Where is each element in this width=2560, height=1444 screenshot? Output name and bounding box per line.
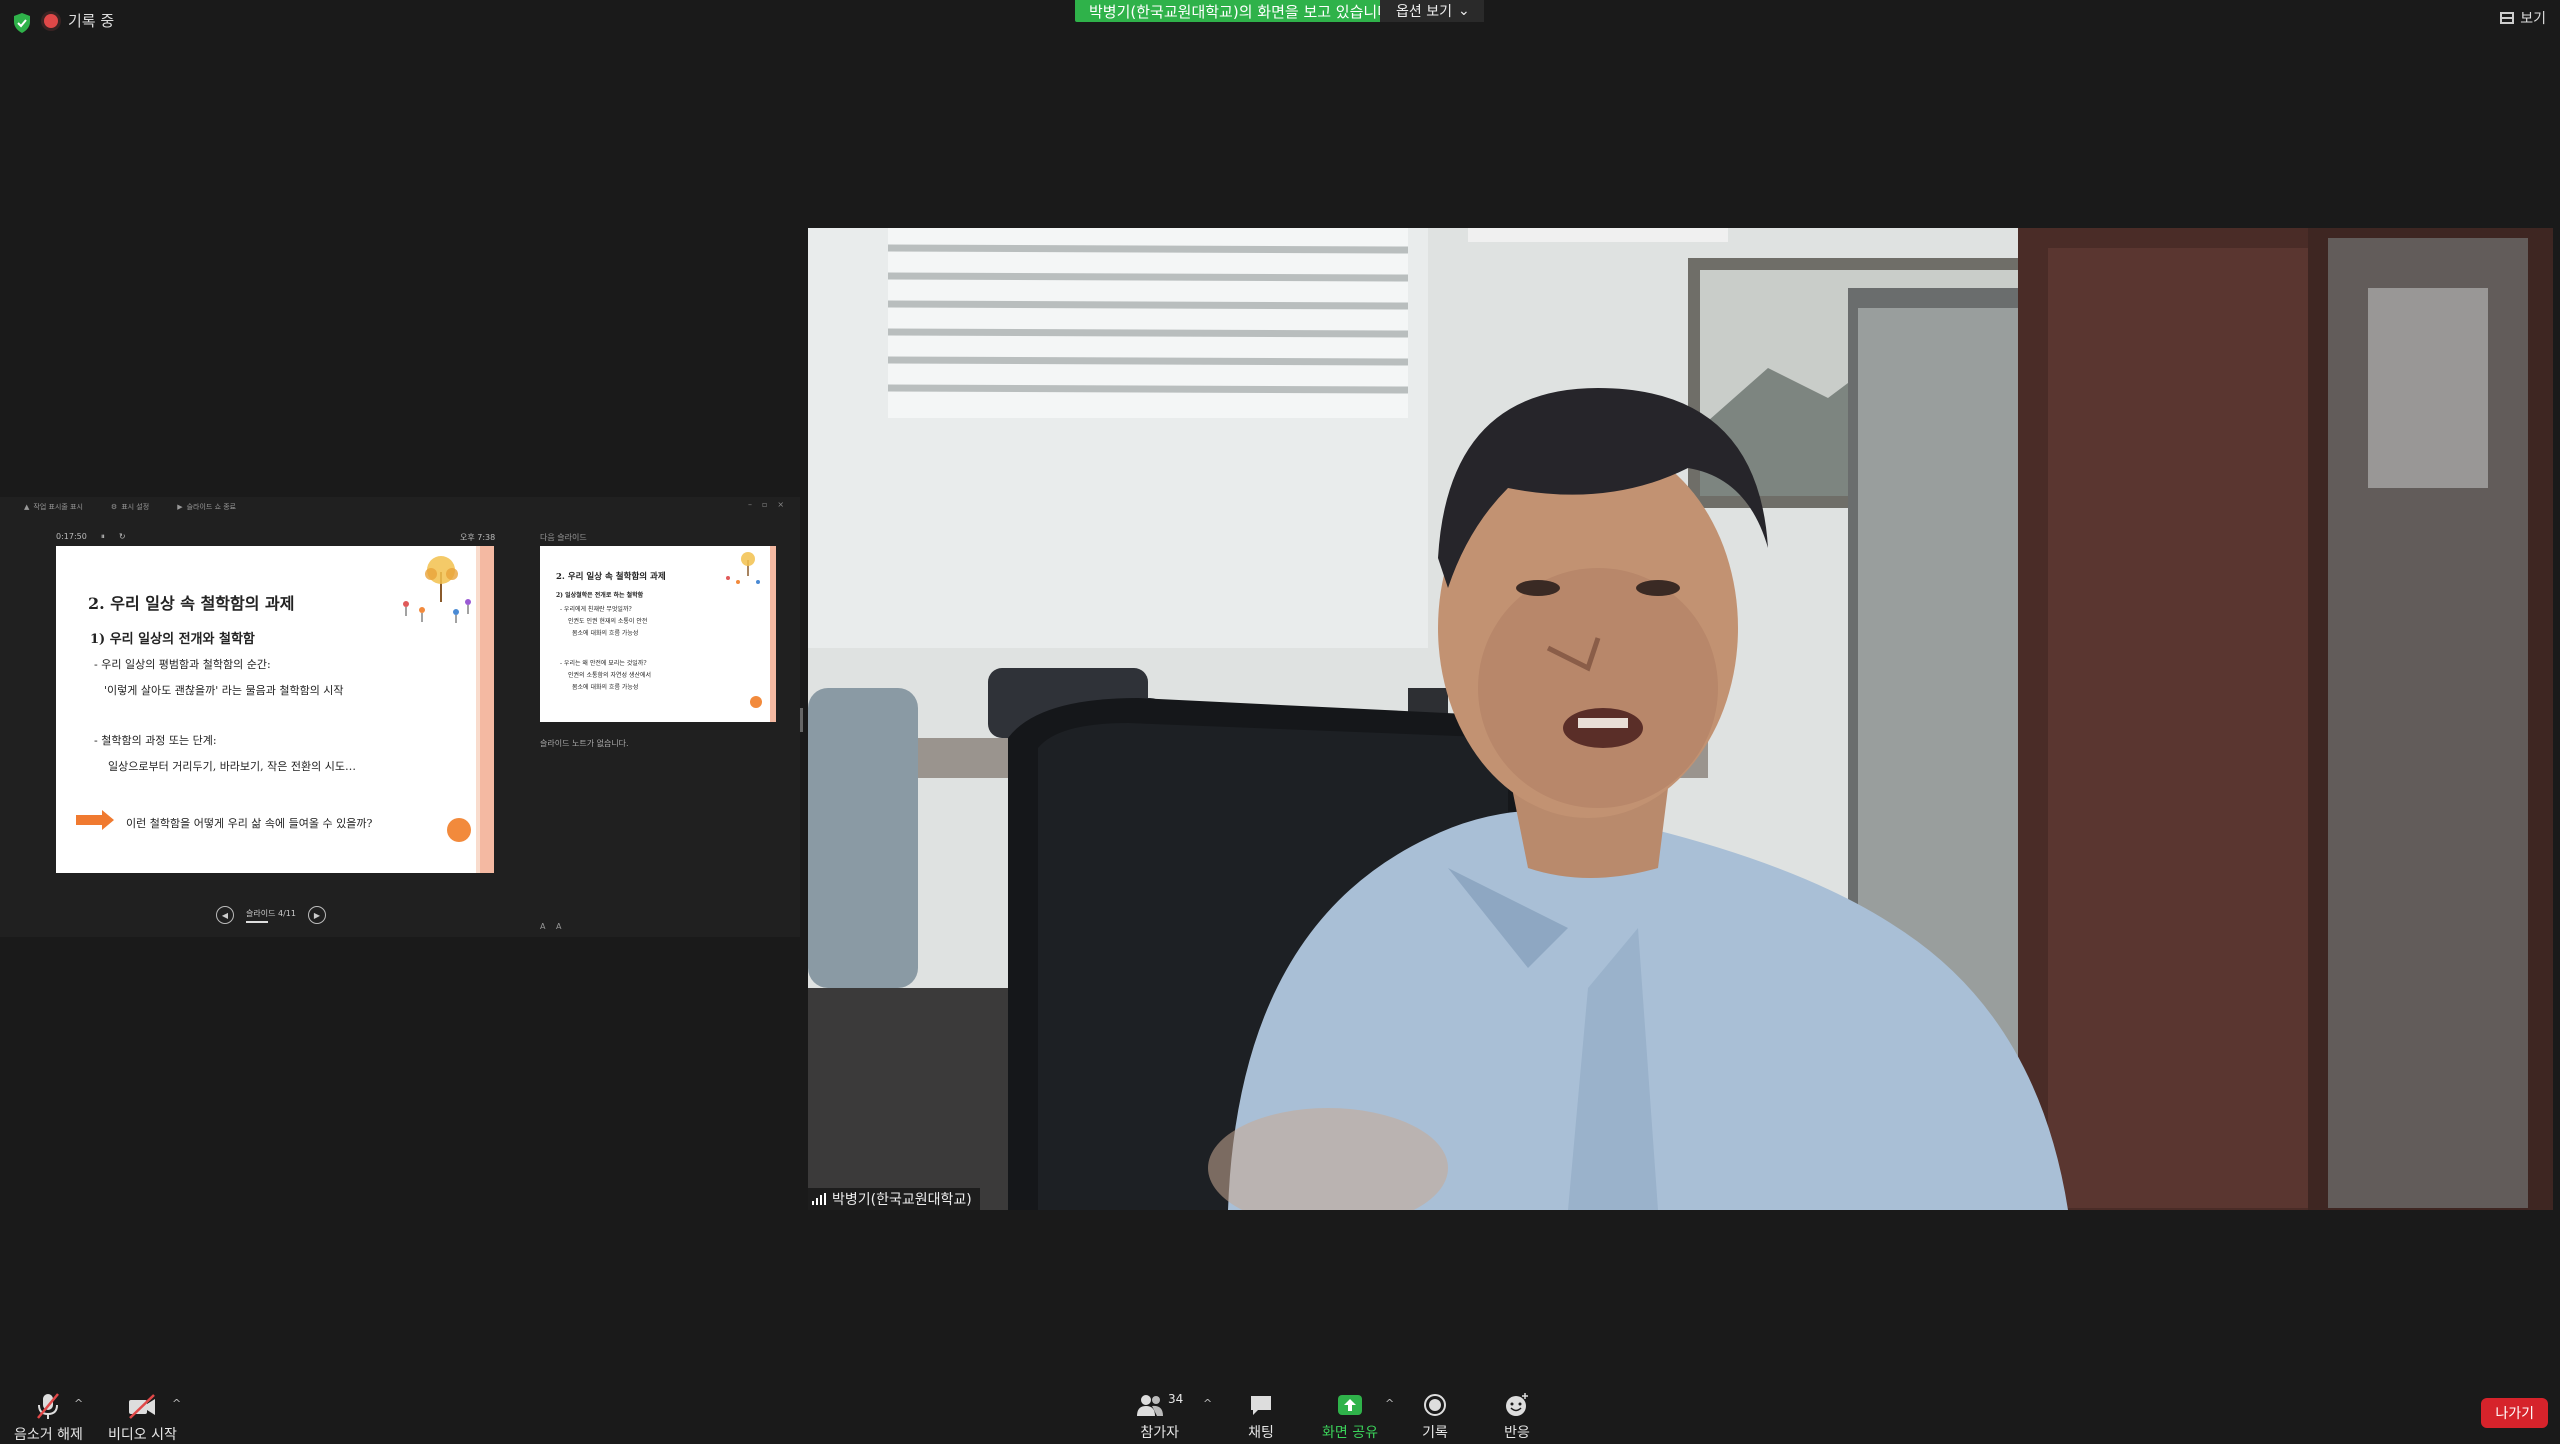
start-video-button[interactable]: 비디오 시작 (108, 1392, 177, 1444)
grid-view-icon (2500, 12, 2515, 24)
participants-label: 참가자 (1140, 1425, 1179, 1441)
unmute-button[interactable]: 음소거 해제 (14, 1392, 83, 1444)
chevron-down-icon: ⌄ (1457, 3, 1470, 19)
share-screen-label: 화면 공유 (1322, 1425, 1378, 1441)
share-screen-icon (1337, 1395, 1362, 1415)
participant-name: 박병기(한국교원대학교) (832, 1192, 972, 1208)
presenter-toolbar-item[interactable]: ▲ 작업 표시줄 표시 (24, 502, 83, 512)
reset-icon[interactable]: ↻ (119, 532, 126, 542)
slide-line: '이렇게 살아도 괜찮을까' 라는 물음과 철학함의 시작 (104, 684, 344, 697)
presentation-timer: 0:17:50 ⏸ ↻ (56, 532, 126, 542)
share-options-caret-icon[interactable]: ^ (1385, 1397, 1394, 1410)
slide-subtitle: 1) 우리 일상의 전개와 철학함 (90, 632, 255, 647)
slide-line: 일상으로부터 거리두기, 바라보기, 작은 전환의 시도… (108, 760, 356, 773)
close-icon[interactable]: × (777, 500, 784, 509)
next-slide-line: 2) 일상철학은 전개로 하는 철학함 (556, 592, 644, 599)
pane-resize-handle[interactable] (800, 708, 803, 732)
font-increase-icon[interactable]: A (540, 922, 545, 931)
participant-count: 34 (1168, 1392, 1184, 1406)
next-slide-label: 다음 슬라이드 (540, 533, 587, 542)
shield-icon[interactable] (12, 12, 32, 34)
slide-line: - 우리 일상의 평범함과 철학함의 순간: (94, 658, 271, 671)
start-video-label: 비디오 시작 (108, 1427, 177, 1443)
presenter-toolbar-item[interactable]: ▶ 슬라이드 쇼 종료 (177, 502, 236, 512)
restore-icon[interactable]: ▫ (762, 500, 767, 509)
view-button[interactable]: 보기 (2500, 8, 2546, 28)
record-label: 기록 (1422, 1425, 1448, 1441)
recording-indicator[interactable]: 기록 중 (44, 10, 114, 31)
pause-icon[interactable]: ⏸ (101, 532, 105, 542)
tree-illustration-icon (403, 556, 471, 623)
leave-button[interactable]: 나가기 (2481, 1398, 2548, 1428)
presenter-window-controls[interactable]: – ▫ × (748, 500, 784, 509)
font-decrease-icon[interactable]: A (556, 922, 561, 931)
chat-button[interactable]: 채팅 (1248, 1392, 1274, 1442)
next-slide-line: - 우리는 왜 안전에 묘리는 것일까? (560, 660, 647, 667)
reactions-button[interactable]: 반응 (1504, 1392, 1530, 1442)
chat-label: 채팅 (1248, 1425, 1274, 1441)
next-slide-preview[interactable]: 2. 우리 일상 속 철학함의 과제 2) 일상철학은 전개로 하는 철학함 -… (540, 546, 776, 722)
view-label: 보기 (2520, 11, 2546, 27)
slide-navigation: ◀ 슬라이드 4/11 ▶ (216, 906, 326, 924)
timer-value: 0:17:50 (56, 532, 87, 541)
participant-name-tag: 박병기(한국교원대학교) (808, 1188, 980, 1210)
view-options-button[interactable]: 옵션 보기 ⌄ (1380, 0, 1484, 22)
view-options-label: 옵션 보기 (1396, 4, 1452, 20)
slide-stripe (480, 546, 494, 873)
microphone-muted-icon (37, 1393, 60, 1419)
slide-notes: 슬라이드 노트가 없습니다. (540, 739, 629, 748)
tree-illustration-icon (726, 552, 760, 584)
arrow-right-icon (76, 810, 114, 830)
signal-strength-icon (812, 1193, 826, 1205)
share-banner: 박병기(한국교원대학교)의 화면을 보고 있습니다. (1075, 0, 1410, 22)
next-slide-line: - 우리에게 친재란 무엇일까? (560, 606, 632, 613)
notes-font-size-controls[interactable]: A A (540, 922, 562, 931)
record-icon (1424, 1394, 1446, 1416)
video-options-caret-icon[interactable]: ^ (172, 1397, 181, 1410)
slide-accent-circle (447, 818, 471, 842)
slide-title: 2. 우리 일상 속 철학함의 과제 (88, 594, 295, 613)
slide-question: 이런 철학함을 어떻게 우리 삶 속에 들여올 수 있을까? (126, 817, 373, 830)
slide-accent-circle (750, 696, 762, 708)
next-slide-line: 몸소에 대화의 흐름 가능성 (572, 630, 639, 637)
presenter-toolbar: ▲ 작업 표시줄 표시 ⚙ 표시 설정 ▶ 슬라이드 쇼 종료 (24, 502, 236, 512)
audio-options-caret-icon[interactable]: ^ (74, 1397, 83, 1410)
participants-button[interactable]: 34 참가자 (1136, 1392, 1183, 1442)
participants-caret-icon[interactable]: ^ (1203, 1397, 1212, 1410)
chat-icon (1251, 1396, 1271, 1415)
video-camera-off-icon (129, 1394, 156, 1419)
participant-video[interactable] (808, 228, 2553, 1210)
next-slide-line: 인권도 인권 현재의 소통이 안전 (568, 618, 648, 625)
next-slide-line: 몸소에 대화의 흐름 가능성 (572, 684, 639, 691)
slide-line: - 철학함의 과정 또는 단계: (94, 734, 217, 747)
next-slide-title: 2. 우리 일상 속 철학함의 과제 (556, 572, 666, 582)
recording-label: 기록 중 (68, 12, 115, 30)
share-screen-button[interactable]: 화면 공유 (1322, 1392, 1378, 1442)
unmute-label: 음소거 해제 (14, 1427, 83, 1443)
next-slide-line: 인권의 소통함의 자연성 생산에서 (568, 672, 652, 679)
current-slide[interactable]: 2. 우리 일상 속 철학함의 과제 1) 우리 일상의 전개와 철학함 - 우… (56, 546, 494, 873)
reactions-label: 반응 (1504, 1425, 1530, 1441)
participants-icon (1137, 1395, 1163, 1416)
previous-slide-button[interactable]: ◀ (216, 906, 234, 924)
slide-counter: 슬라이드 4/11 (246, 908, 296, 923)
emoji-reaction-icon (1506, 1393, 1528, 1416)
record-dot-icon (44, 13, 58, 28)
next-slide-button[interactable]: ▶ (307, 906, 326, 924)
record-button[interactable]: 기록 (1422, 1392, 1448, 1442)
slide-stripe (770, 546, 776, 722)
presentation-clock: 오후 7:38 (460, 533, 496, 542)
minimize-icon[interactable]: – (748, 500, 752, 509)
video-frame (808, 228, 2553, 1210)
presenter-toolbar-item[interactable]: ⚙ 표시 설정 (111, 502, 149, 512)
